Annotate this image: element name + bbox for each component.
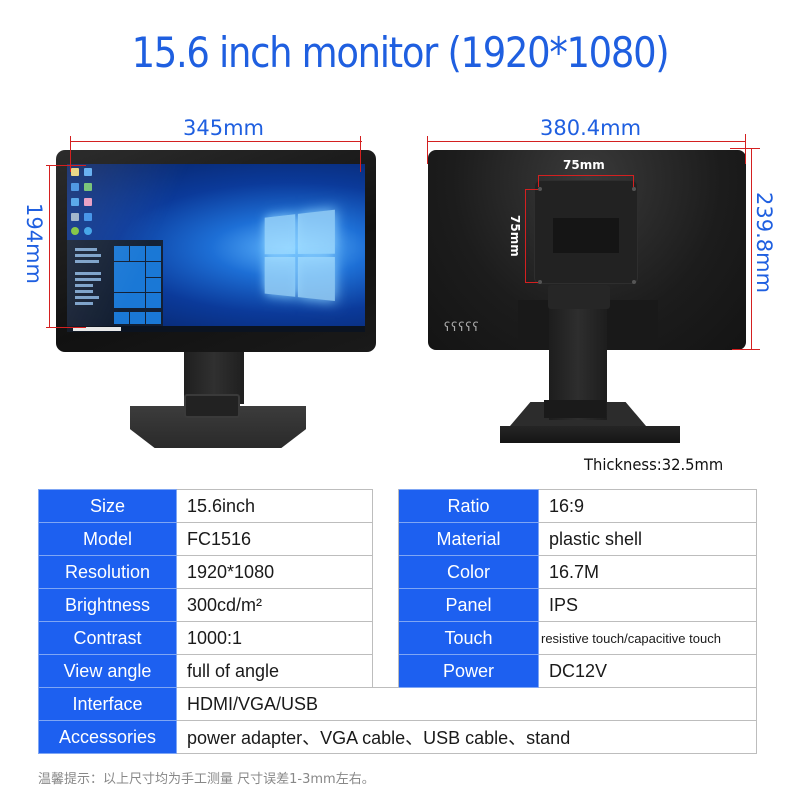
table-row: Interface HDMI/VGA/USB — [38, 687, 757, 721]
spec-value: power adapter、VGA cable、USB cable、stand — [176, 720, 757, 754]
spec-value: resistive touch/capacitive touch — [538, 621, 757, 655]
measure-tick — [525, 282, 538, 283]
spec-key: Size — [38, 489, 177, 523]
spec-key: Accessories — [38, 720, 177, 754]
measure-tick — [633, 175, 634, 187]
measure-tick — [46, 327, 86, 328]
spec-value: IPS — [538, 588, 757, 622]
spec-key: Contrast — [38, 621, 177, 655]
spec-value: 16.7M — [538, 555, 757, 589]
measure-line-front-width — [70, 141, 362, 142]
measure-tick — [745, 134, 746, 164]
thickness-label: Thickness:32.5mm — [584, 455, 724, 474]
front-stand-hinge — [184, 394, 240, 418]
table-row: Accessories power adapter、VGA cable、USB … — [38, 720, 757, 754]
desktop-screen — [67, 164, 365, 332]
spec-value: full of angle — [176, 654, 373, 688]
measure-tick — [70, 136, 71, 172]
page-title: 15.6 inch monitor (1920*1080) — [131, 28, 670, 77]
vesa-screw — [632, 187, 636, 191]
spec-value: 1000:1 — [176, 621, 373, 655]
spec-key: Panel — [398, 588, 539, 622]
measure-tick — [360, 136, 361, 172]
front-width-label: 345mm — [183, 116, 264, 140]
spec-key: Ratio — [398, 489, 539, 523]
spec-key: Interface — [38, 687, 177, 721]
measure-line-back-width — [427, 141, 745, 142]
spec-value: 300cd/m² — [176, 588, 373, 622]
measure-line-vesa-h — [538, 175, 634, 176]
measure-line-front-height — [49, 165, 50, 328]
measure-tick — [427, 136, 428, 164]
table-spacer — [372, 489, 399, 688]
spec-value: HDMI/VGA/USB — [176, 687, 757, 721]
table-row: Size 15.6inch Ratio 16:9 — [38, 489, 757, 688]
back-stand-base — [500, 426, 680, 443]
back-stand-hinge — [548, 285, 610, 309]
spec-key: Material — [398, 522, 539, 556]
spec-key: Color — [398, 555, 539, 589]
vesa-screw — [538, 187, 542, 191]
spec-value: 16:9 — [538, 489, 757, 523]
back-width-label: 380.4mm — [540, 116, 642, 140]
spec-value: DC12V — [538, 654, 757, 688]
measure-tick — [46, 165, 86, 166]
vesa-screw — [632, 280, 636, 284]
spec-key: View angle — [38, 654, 177, 688]
measure-tick — [732, 349, 760, 350]
measure-line-vesa-v — [525, 189, 526, 282]
spec-value: 1920*1080 — [176, 555, 373, 589]
spec-key: Resolution — [38, 555, 177, 589]
back-stand-collar — [544, 400, 606, 418]
vesa-horizontal-label: 75mm — [563, 158, 605, 172]
windows-logo-wallpaper — [264, 209, 336, 305]
spec-key: Brightness — [38, 588, 177, 622]
measure-tick — [525, 189, 538, 190]
front-height-label: 194mm — [22, 203, 46, 284]
spec-key: Power — [398, 654, 539, 688]
spec-value: 15.6inch — [176, 489, 373, 523]
screen-glare — [67, 164, 197, 332]
rear-label — [553, 218, 619, 253]
back-height-label: 239.8mm — [752, 192, 776, 294]
vesa-vertical-label: 75mm — [508, 215, 522, 257]
vesa-screw — [538, 280, 542, 284]
spec-value: FC1516 — [176, 522, 373, 556]
measure-tick — [730, 148, 760, 149]
spec-key: Touch — [398, 621, 539, 655]
measurement-note: 温馨提示：以上尺寸均为手工测量 尺寸误差1-3mm左右。 — [38, 772, 375, 787]
measure-tick — [538, 175, 539, 187]
spec-value: plastic shell — [538, 522, 757, 556]
control-buttons-icon: ʕʕʕʕʕ — [444, 320, 480, 334]
spec-table: Size 15.6inch Ratio 16:9 Model FC1516 Ma… — [38, 489, 757, 754]
spec-key: Model — [38, 522, 177, 556]
